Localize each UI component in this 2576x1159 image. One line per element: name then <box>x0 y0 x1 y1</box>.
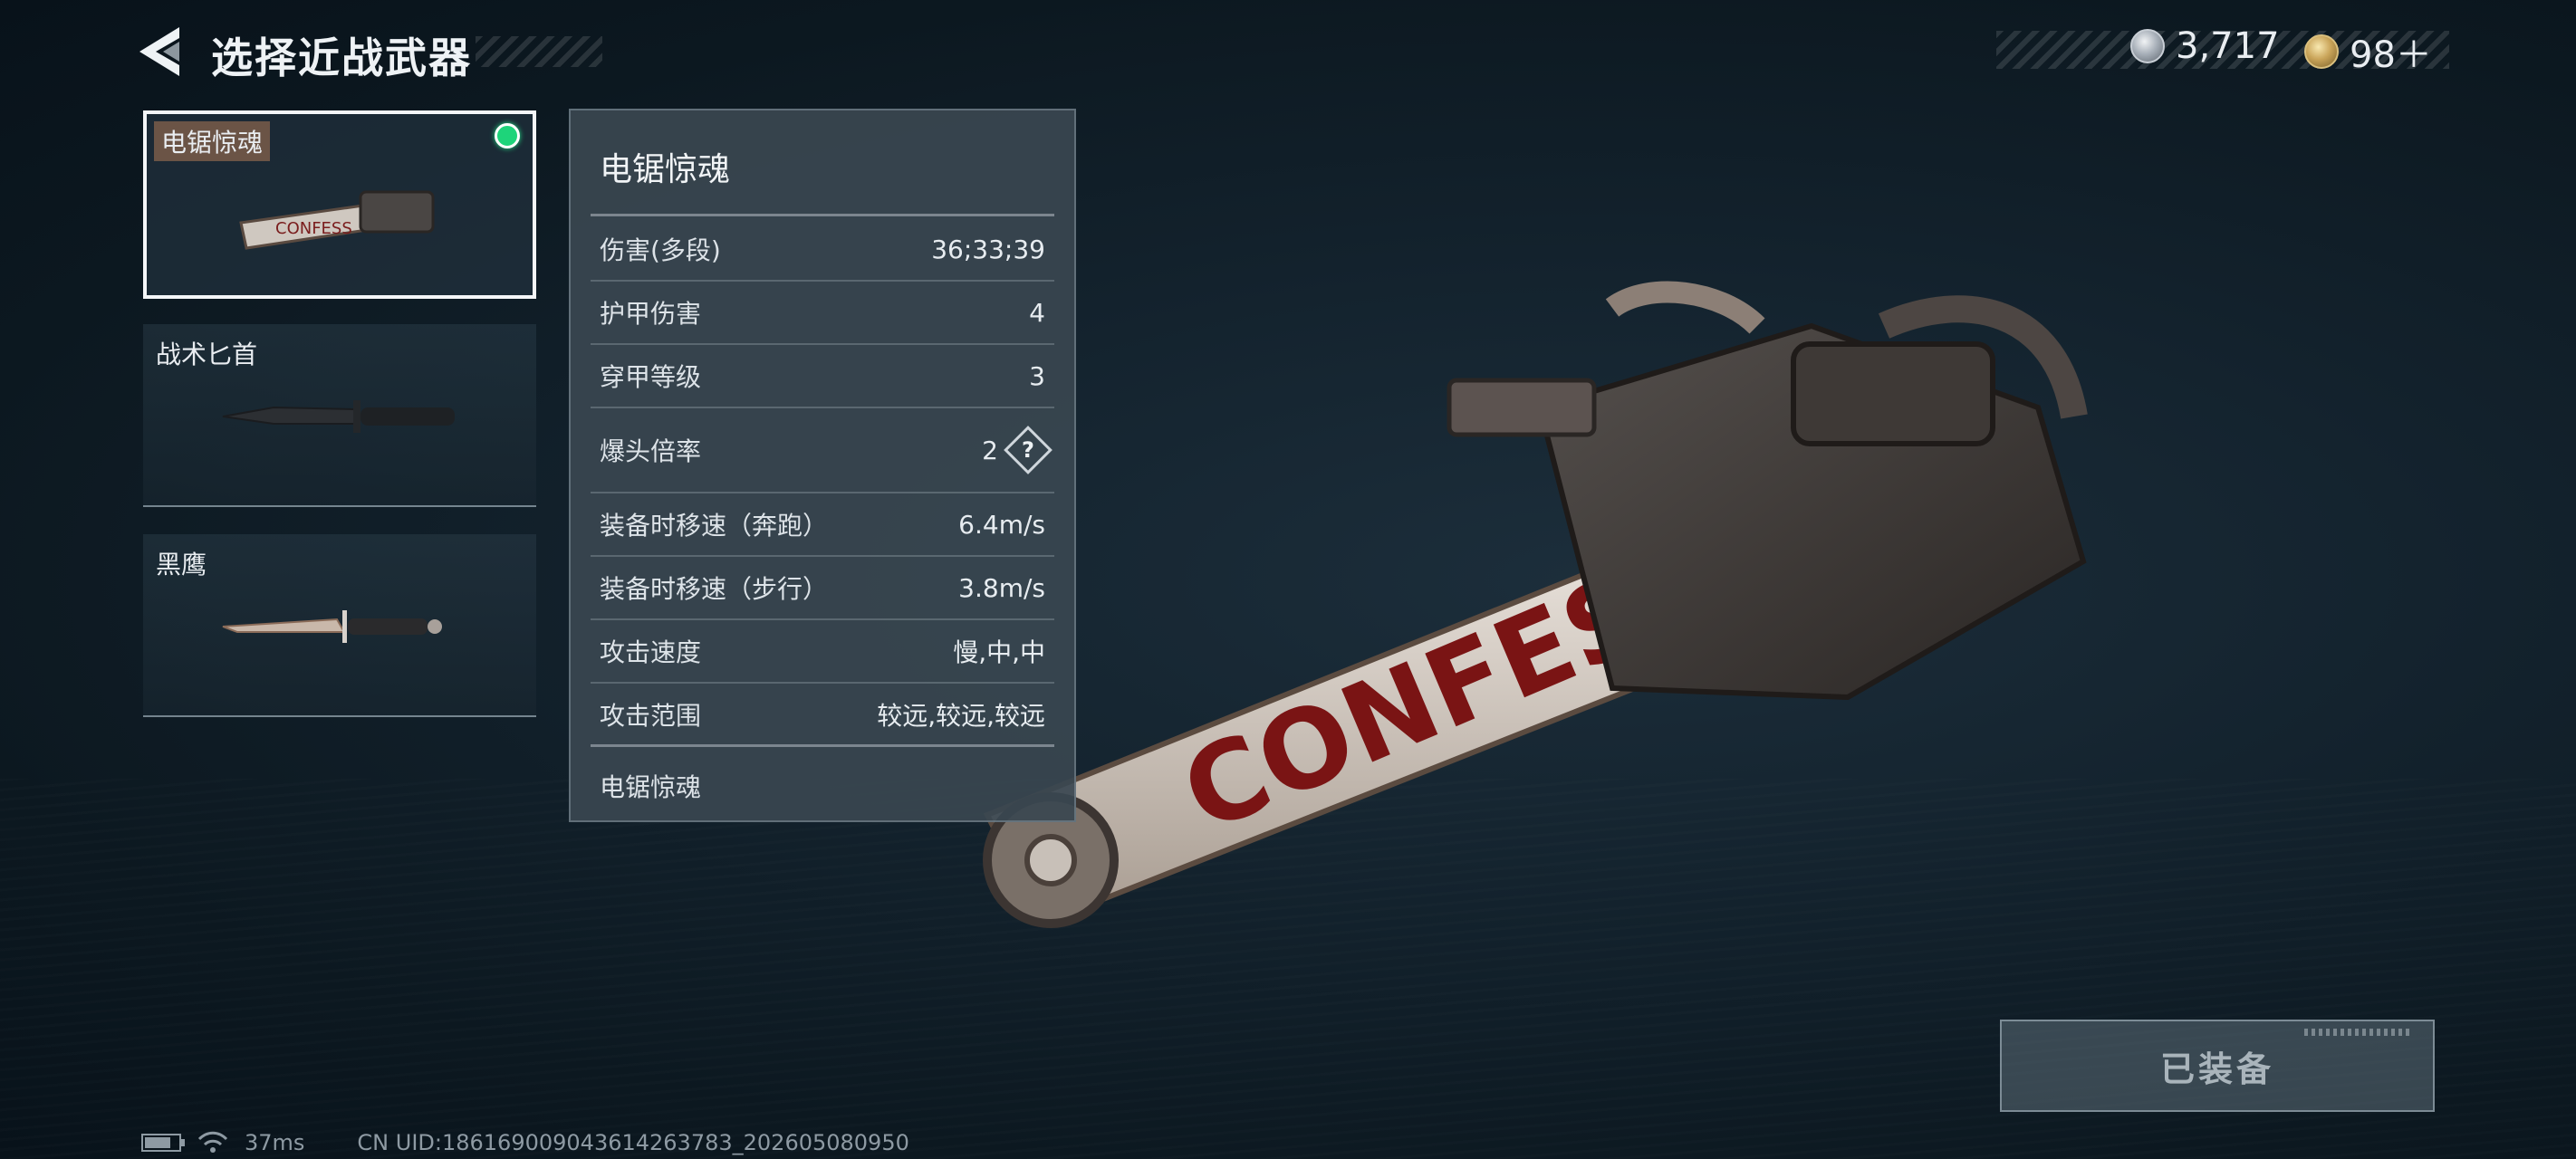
stats-panel-title: 电锯惊魂 <box>600 151 731 188</box>
weapon-card-label: 战术匕首 <box>156 340 258 369</box>
title-decoration <box>476 36 602 67</box>
stat-value: 6.4m/s <box>958 509 1045 540</box>
equipped-button-label: 已装备 <box>2159 1049 2274 1089</box>
stat-value: 2 <box>982 435 998 465</box>
gold-currency: 98＋ <box>2304 25 2432 78</box>
stat-value: 较远,较远,较远 <box>877 700 1045 731</box>
tactical-knife-thumbnail-icon <box>222 400 455 433</box>
gold-currency-value: 98＋ <box>2350 34 2432 76</box>
ping-value: 37ms <box>245 1130 305 1155</box>
back-button[interactable] <box>136 24 190 80</box>
stat-value: 36;33;39 <box>931 234 1045 264</box>
weapon-card-tactical-knife[interactable]: 战术匕首 <box>143 324 536 507</box>
stat-label: 攻击范围 <box>600 700 702 731</box>
stat-row-headshot-multiplier: 爆头倍率 2 ? <box>591 408 1054 493</box>
help-icon[interactable]: ? <box>1004 426 1053 474</box>
silver-coin-icon <box>2130 29 2165 63</box>
chainsaw-thumbnail-icon: CONFESS <box>239 190 435 250</box>
stat-value: 慢,中,中 <box>953 637 1045 667</box>
silver-currency-value: 3,717 <box>2176 25 2280 67</box>
stat-label: 装备时移速（步行） <box>600 574 829 604</box>
stat-label: 护甲伤害 <box>600 299 702 329</box>
stat-row-damage: 伤害(多段) 36;33;39 <box>591 218 1054 282</box>
status-bar: 37ms CN UID:186169009043614263783_202605… <box>141 1130 909 1155</box>
battery-icon <box>141 1134 185 1152</box>
stat-row-attack-speed: 攻击速度 慢,中,中 <box>591 620 1054 684</box>
weapon-stats-panel: 电锯惊魂 伤害(多段) 36;33;39 护甲伤害 4 穿甲等级 3 爆头倍率 … <box>569 109 1076 822</box>
back-arrow-icon <box>139 27 179 76</box>
silver-currency: 3,717 <box>2130 25 2280 67</box>
stat-row-armor-damage: 护甲伤害 4 <box>591 282 1054 345</box>
stats-panel-footer: 电锯惊魂 <box>600 772 702 802</box>
user-uid: CN UID:186169009043614263783_20260508095… <box>357 1130 909 1155</box>
gold-coin-icon <box>2304 34 2339 69</box>
page-title: 选择近战武器 <box>211 34 472 82</box>
weapon-card-black-hawk[interactable]: 黑鹰 <box>143 534 536 717</box>
stat-label: 装备时移速（奔跑） <box>600 511 829 541</box>
weapon-card-chainsaw[interactable]: 电锯惊魂 CONFESS <box>143 110 536 299</box>
wifi-icon <box>197 1131 228 1153</box>
weapon-card-label: 电锯惊魂 <box>154 121 271 161</box>
equipped-button[interactable]: 已装备 <box>2000 1020 2435 1112</box>
chainsaw-weapon-preview: CONFESS <box>983 281 2088 928</box>
stat-value: 3.8m/s <box>958 572 1045 603</box>
stat-label: 穿甲等级 <box>600 362 702 392</box>
stat-label: 爆头倍率 <box>600 436 702 466</box>
stat-value: 3 <box>1029 360 1045 391</box>
stats-panel-divider <box>591 214 1054 216</box>
button-decoration <box>2304 1029 2413 1036</box>
stat-value: 4 <box>1029 297 1045 328</box>
stat-row-attack-range: 攻击范围 较远,较远,较远 <box>591 684 1054 747</box>
equipped-indicator-icon <box>495 123 520 148</box>
stat-label: 攻击速度 <box>600 637 702 667</box>
stat-row-walk-speed: 装备时移速（步行） 3.8m/s <box>591 557 1054 620</box>
help-icon-glyph: ? <box>1022 436 1034 463</box>
black-hawk-knife-thumbnail-icon <box>222 610 442 643</box>
stat-row-penetration-level: 穿甲等级 3 <box>591 345 1054 408</box>
svg-text:CONFESS: CONFESS <box>275 219 352 238</box>
stat-label: 伤害(多段) <box>600 235 721 265</box>
stat-row-run-speed: 装备时移速（奔跑） 6.4m/s <box>591 493 1054 557</box>
weapon-card-label: 黑鹰 <box>156 550 207 580</box>
